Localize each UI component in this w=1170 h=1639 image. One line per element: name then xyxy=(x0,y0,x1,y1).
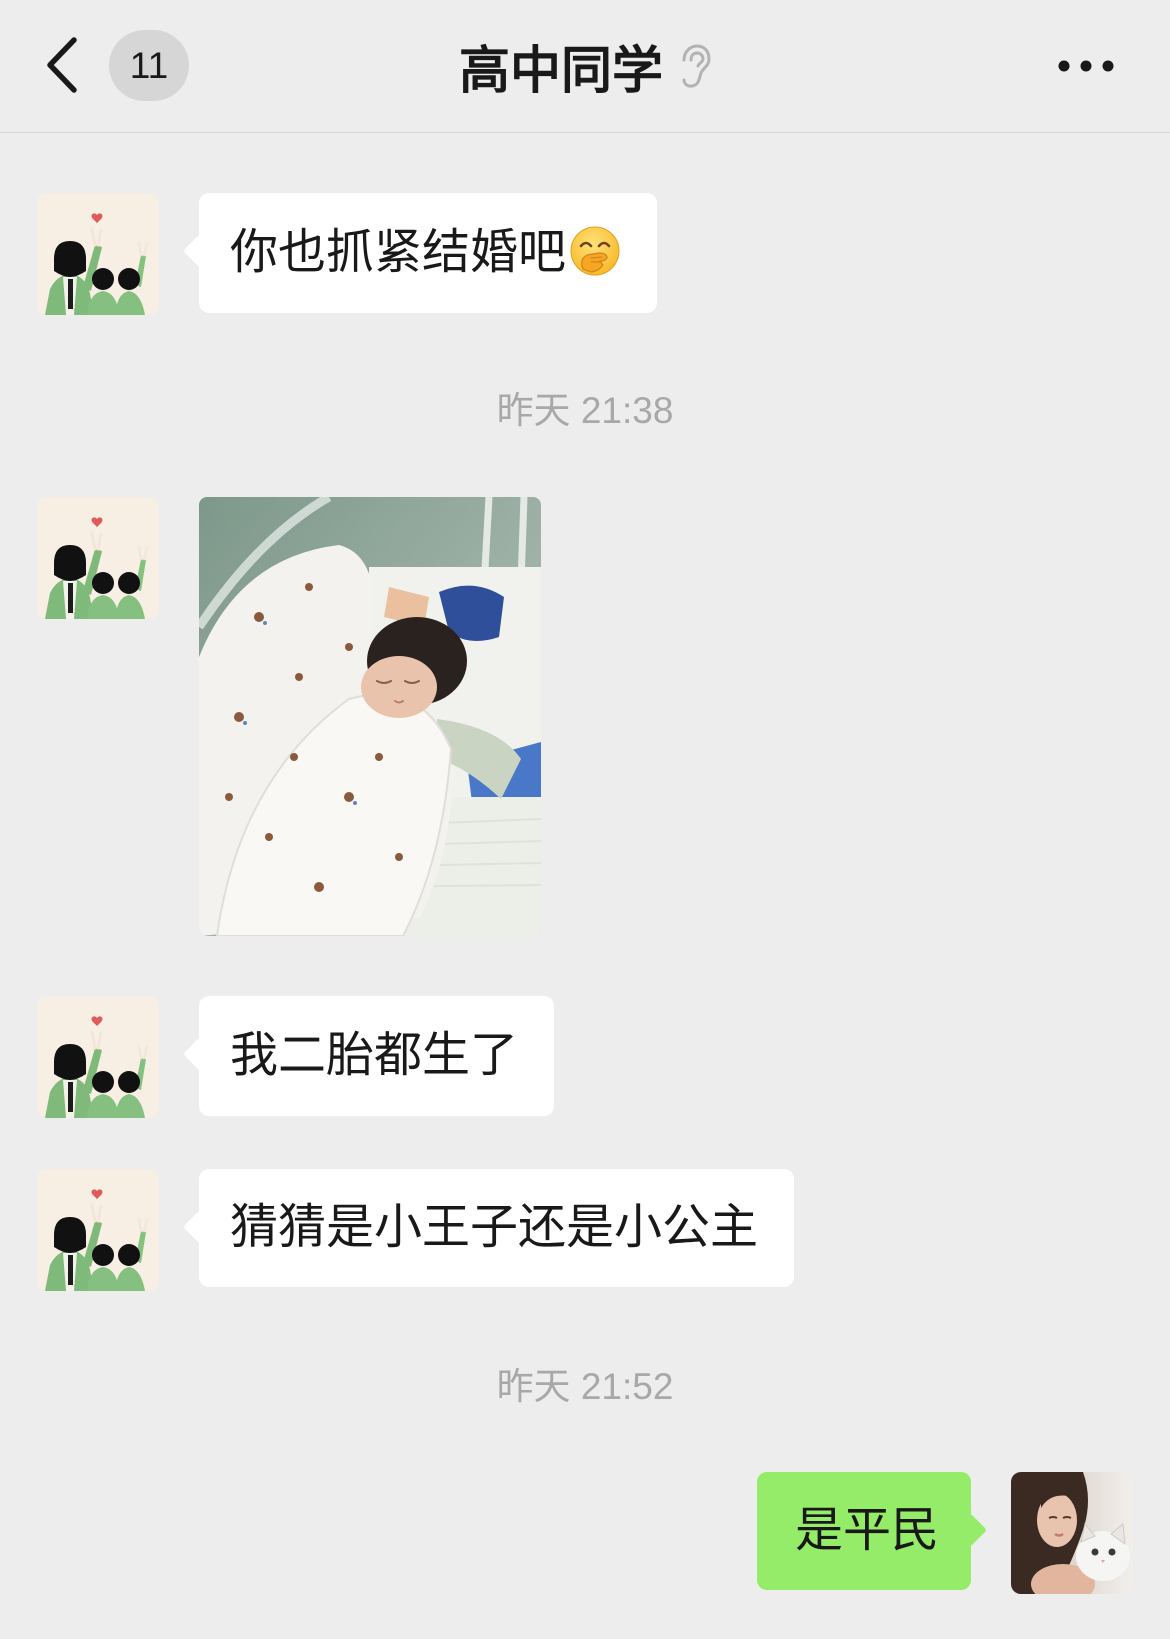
friend-avatar-icon xyxy=(37,1169,159,1291)
my-avatar-icon xyxy=(1011,1472,1133,1594)
friend-avatar[interactable] xyxy=(37,996,159,1118)
hand-over-mouth-emoji-icon xyxy=(569,225,621,277)
message-text: 你也抓紧结婚吧 xyxy=(230,226,567,279)
message-bubble[interactable]: 我二胎都生了 xyxy=(199,996,555,1116)
friend-avatar[interactable] xyxy=(37,193,159,315)
message-timestamp: 昨天 21:38 xyxy=(496,390,674,431)
message-bubble[interactable]: 猜猜是小王子还是小公主 xyxy=(199,1169,795,1287)
chat-title: 高中同学 xyxy=(458,42,663,99)
more-button[interactable] xyxy=(1052,56,1122,76)
message-text: 猜猜是小王子还是小公主 xyxy=(230,1201,759,1254)
friend-avatar-icon xyxy=(37,996,159,1118)
message-timestamp: 昨天 21:52 xyxy=(496,1366,674,1407)
photo-message[interactable] xyxy=(199,497,541,936)
friend-avatar[interactable] xyxy=(37,497,159,619)
unread-count-badge[interactable]: 11 xyxy=(109,30,189,101)
ear-icon xyxy=(663,43,711,89)
message-bubble[interactable]: 你也抓紧结婚吧 xyxy=(199,193,658,313)
my-avatar[interactable] xyxy=(1011,1472,1133,1594)
chat-header: 11 高中同学 xyxy=(0,0,1170,133)
friend-avatar-icon xyxy=(37,193,159,315)
my-message-bubble[interactable]: 是平民 xyxy=(756,1472,971,1590)
message-text: 是平民 xyxy=(794,1504,939,1557)
friend-avatar[interactable] xyxy=(37,1169,159,1291)
chevron-left-icon xyxy=(36,37,86,102)
chat-screen: 11 高中同学 你也抓紧结婚吧 昨天 21:38 我二胎都生了 猜猜是小王子还是… xyxy=(0,0,1170,1639)
message-text: 我二胎都生了 xyxy=(230,1029,519,1082)
more-dots-icon xyxy=(1052,60,1122,80)
chat-title-group: 高中同学 xyxy=(250,33,920,99)
back-button[interactable] xyxy=(36,32,86,98)
friend-avatar-icon xyxy=(37,497,159,619)
